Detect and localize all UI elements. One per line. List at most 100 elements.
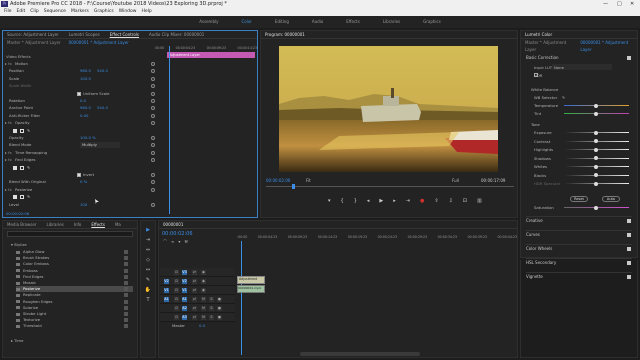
tab-lumetri-scopes[interactable]: Lumetri Scopes xyxy=(69,31,100,38)
reset-parameter-icon[interactable] xyxy=(151,106,155,111)
workspace-color[interactable]: Color xyxy=(241,16,251,28)
time-folder[interactable]: ▸ Time xyxy=(11,338,23,343)
color-wheels-section[interactable]: Color Wheels xyxy=(526,244,632,252)
step-back-button[interactable]: ◂ xyxy=(367,198,370,206)
tab-effects[interactable]: Effects xyxy=(91,221,105,228)
effect-row-value[interactable]: 0 % xyxy=(80,179,87,186)
effect-item[interactable]: Posterize xyxy=(16,286,133,293)
effect-row-value[interactable]: 960.0 xyxy=(80,68,91,75)
tone-knob[interactable] xyxy=(594,173,598,177)
creative-section[interactable]: Creative xyxy=(526,216,632,224)
effect-item[interactable]: Solarize xyxy=(16,305,133,311)
voice-over-record-icon[interactable]: ● xyxy=(217,315,222,320)
record-button[interactable]: ● xyxy=(420,198,424,206)
solo-track-button[interactable]: S xyxy=(209,297,214,302)
ripple-edit-tool-icon[interactable]: ⇔ xyxy=(144,246,152,254)
curves-section[interactable]: Curves xyxy=(526,230,632,238)
tab-audio-clip-mixer[interactable]: Audio Clip Mixer: 00000001 xyxy=(149,31,204,38)
tone-knob[interactable] xyxy=(594,130,598,135)
effect-row-value[interactable]: 960.0 xyxy=(80,105,91,112)
effect-item[interactable]: Find Edges xyxy=(16,274,133,280)
source-patch[interactable]: A1 xyxy=(164,297,169,302)
sync-lock-icon[interactable]: ⇄ xyxy=(192,297,197,302)
reset-parameter-icon[interactable] xyxy=(151,136,155,140)
workspace-graphics[interactable]: Graphics xyxy=(423,16,441,28)
blend-mode-dropdown[interactable]: Multiply xyxy=(80,142,120,149)
mask-pen-icon[interactable]: ✎ xyxy=(27,128,30,135)
step-forward-button[interactable]: ▸ xyxy=(393,198,396,206)
saturation-knob[interactable] xyxy=(594,205,598,210)
effect-item[interactable]: Brush Strokes xyxy=(16,255,133,261)
workspace-editing[interactable]: Editing xyxy=(275,16,289,28)
input-lut-dropdown[interactable]: None xyxy=(552,64,612,70)
effect-controls-timecode[interactable]: 00:00:02:06 xyxy=(6,211,29,216)
tone-knob[interactable] xyxy=(594,156,598,160)
eyedropper-icon[interactable]: ✎ xyxy=(562,94,565,101)
minimize-button[interactable]: — xyxy=(603,0,608,8)
tab-source[interactable]: Source: Adjustment Layer xyxy=(7,31,59,38)
effect-item[interactable]: Roughen Edges xyxy=(16,299,133,305)
basic-correction-checkbox[interactable] xyxy=(627,56,631,60)
tone-knob[interactable] xyxy=(594,147,598,152)
pen-tool-icon[interactable]: ✎ xyxy=(144,276,152,284)
creative-checkbox[interactable] xyxy=(627,219,631,223)
effect-controls-playhead[interactable] xyxy=(169,46,170,214)
menu-clip[interactable]: Clip xyxy=(30,8,39,16)
maximize-button[interactable]: □ xyxy=(617,0,622,8)
sequence-clip-label[interactable]: 00000001 * Adjustment Layer xyxy=(69,39,129,46)
effect-item[interactable]: Threshold xyxy=(16,323,133,329)
source-patch[interactable]: V2 xyxy=(164,279,169,284)
solo-track-button[interactable]: S xyxy=(209,306,214,311)
tone-knob[interactable] xyxy=(594,181,598,186)
tab-info[interactable]: Info xyxy=(74,221,82,228)
track-label[interactable]: A2 xyxy=(182,306,187,311)
mask-ellipse-icon[interactable] xyxy=(13,195,17,200)
lock-track-icon[interactable]: ⊡ xyxy=(174,288,179,293)
sync-lock-icon[interactable]: ⇄ xyxy=(192,315,197,320)
wrench-icon[interactable]: ⚒ xyxy=(184,239,188,244)
comparison-view-button[interactable]: ▥ xyxy=(477,198,482,206)
source-patch[interactable]: V1 xyxy=(164,288,169,293)
effect-item[interactable]: Replicate xyxy=(16,292,133,298)
menu-graphics[interactable]: Graphics xyxy=(94,8,114,16)
effect-row-value[interactable]: 100.0 % xyxy=(80,135,96,142)
sync-lock-icon[interactable]: ⇄ xyxy=(192,270,197,275)
hand-tool-icon[interactable]: ✋ xyxy=(144,286,152,294)
mask-rectangle-icon[interactable] xyxy=(20,128,24,133)
program-monitor-title[interactable]: Program: 00000001 xyxy=(265,31,305,38)
timeline-ruler[interactable]: :00:00 00:00:04:23 00:00:09:23 00:00:14:23 0… xyxy=(237,235,517,241)
menu-markers[interactable]: Markers xyxy=(71,8,89,16)
stylize-folder[interactable]: ▾ Stylize xyxy=(11,242,27,247)
mask-ellipse-icon[interactable] xyxy=(13,165,17,170)
menu-window[interactable]: Window xyxy=(119,8,137,16)
hdr-checkbox[interactable] xyxy=(534,73,538,77)
lock-track-icon[interactable]: ⊡ xyxy=(174,306,179,311)
track-label[interactable]: A1 xyxy=(182,297,187,302)
timeline-scrollbar[interactable] xyxy=(300,352,420,356)
program-scrub-bar[interactable] xyxy=(266,186,514,187)
fx-badge-icon[interactable]: ▸ fx xyxy=(5,61,12,68)
toggle-output-eye-icon[interactable]: ◉ xyxy=(201,279,206,284)
razor-tool-icon[interactable]: ◇ xyxy=(144,256,152,264)
reset-parameter-icon[interactable] xyxy=(151,187,155,192)
workspace-assembly[interactable]: Assembly xyxy=(199,16,218,28)
timeline-timecode[interactable]: 00:00:02:06 xyxy=(162,231,193,237)
reset-parameter-icon[interactable] xyxy=(151,202,155,207)
adjustment-layer-clip[interactable]: Adjustment xyxy=(237,276,265,284)
master-track-value[interactable]: 0.0 xyxy=(199,323,205,330)
menu-help[interactable]: Help xyxy=(141,8,151,16)
curves-checkbox[interactable] xyxy=(627,233,631,237)
fx-badge-icon[interactable]: ▸ fx xyxy=(5,187,12,194)
lumetri-clip-label[interactable]: 00000001 * Adjustment Layer xyxy=(580,39,637,52)
reset-parameter-icon[interactable] xyxy=(151,91,155,96)
tab-effect-controls[interactable]: Effect Controls xyxy=(110,31,139,38)
timeline-sequence-tab[interactable]: 00000001 xyxy=(163,221,183,228)
mask-pen-icon[interactable]: ✎ xyxy=(27,165,30,172)
effect-row-value-2[interactable]: 540.0 xyxy=(97,105,108,112)
sync-lock-icon[interactable]: ⇄ xyxy=(192,306,197,311)
toggle-output-eye-icon[interactable]: ◉ xyxy=(201,288,206,293)
effect-row-value-2[interactable]: 540.0 xyxy=(97,68,108,75)
go-to-out-button[interactable]: ⇥ xyxy=(406,198,410,206)
effect-row-value[interactable]: 0.00 xyxy=(80,113,88,120)
effect-item[interactable]: Emboss xyxy=(16,268,133,274)
